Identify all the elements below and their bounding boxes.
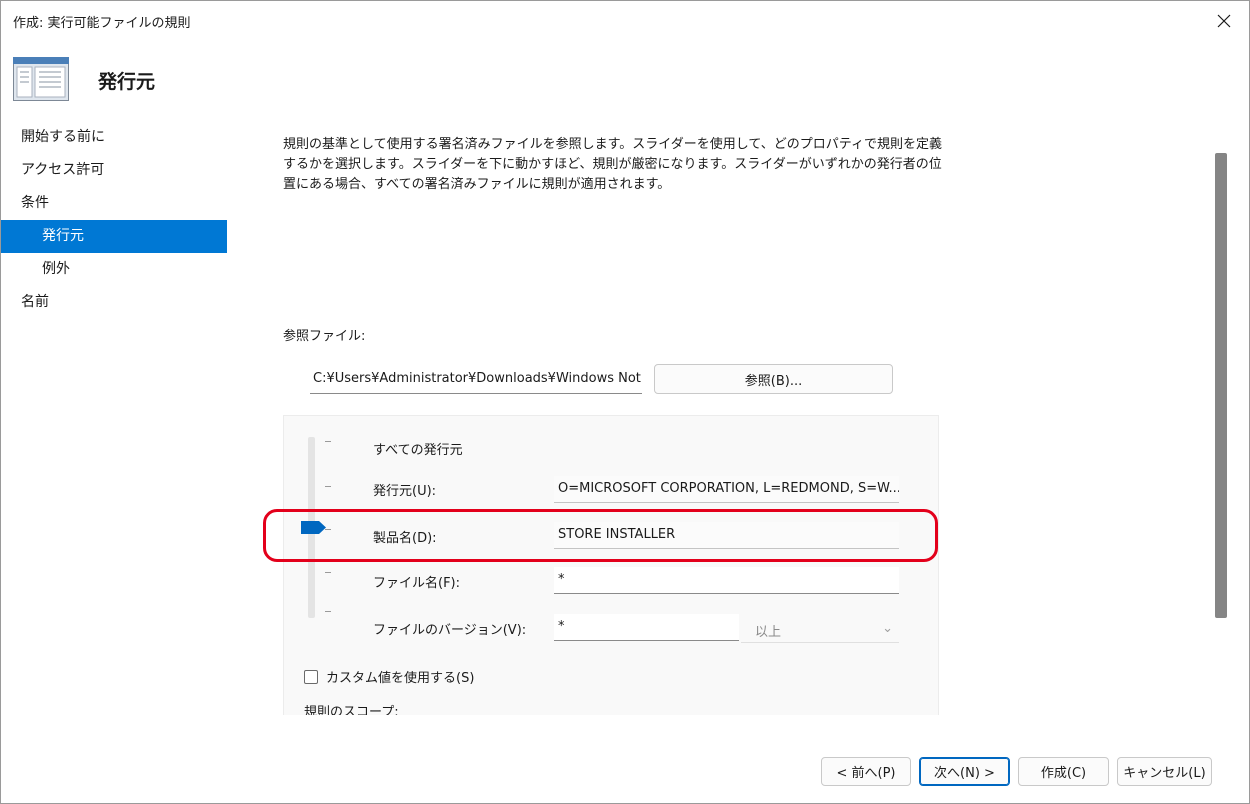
browse-button[interactable]: 参照(B)... bbox=[654, 364, 893, 394]
custom-values-checkbox[interactable] bbox=[304, 669, 318, 684]
product-name-field[interactable]: STORE INSTALLER bbox=[554, 522, 899, 549]
file-version-field[interactable]: * bbox=[554, 614, 739, 641]
next-button[interactable]: 次へ(N) > bbox=[919, 757, 1010, 786]
dialog-window: 作成: 実行可能ファイルの規則 発行元 開始する前に アクセス許可 条件 発行元… bbox=[0, 0, 1250, 804]
wizard-nav: 開始する前に アクセス許可 条件 発行元 例外 名前 bbox=[1, 121, 227, 319]
cancel-button[interactable]: キャンセル(L) bbox=[1117, 757, 1212, 786]
nav-item-permissions[interactable]: アクセス許可 bbox=[1, 154, 227, 187]
custom-values-row[interactable]: カスタム値を使用する(S) bbox=[304, 667, 474, 686]
slider-tick bbox=[325, 572, 331, 573]
back-button[interactable]: < 前へ(P) bbox=[821, 757, 911, 786]
version-operator-value: 以上 bbox=[755, 625, 782, 640]
all-publishers-label: すべての発行元 bbox=[373, 443, 463, 458]
rule-scope-label: 規則のスコープ: bbox=[304, 705, 399, 715]
description-text: 規則の基準として使用する署名済みファイルを参照します。スライダーを使用して、どの… bbox=[283, 137, 942, 192]
title-bar: 作成: 実行可能ファイルの規則 bbox=[1, 1, 1249, 41]
file-name-field[interactable]: * bbox=[554, 567, 899, 594]
window-title: 作成: 実行可能ファイルの規則 bbox=[13, 16, 191, 31]
nav-item-before-you-begin[interactable]: 開始する前に bbox=[1, 121, 227, 154]
nav-item-publisher[interactable]: 発行元 bbox=[1, 220, 227, 253]
nav-item-conditions[interactable]: 条件 bbox=[1, 187, 227, 220]
publisher-field[interactable]: O=MICROSOFT CORPORATION, L=REDMOND, S=W.… bbox=[554, 476, 899, 503]
reference-file-input[interactable]: C:¥Users¥Administrator¥Downloads¥Windows… bbox=[310, 367, 642, 394]
chevron-down-icon: ⌄ bbox=[882, 621, 893, 636]
nav-item-name[interactable]: 名前 bbox=[1, 286, 227, 319]
content-area: 規則の基準として使用する署名済みファイルを参照します。スライダーを使用して、どの… bbox=[283, 135, 943, 195]
custom-values-label: カスタム値を使用する(S) bbox=[326, 671, 475, 686]
page-title: 発行元 bbox=[98, 71, 156, 93]
version-operator-select[interactable]: 以上 ⌄ bbox=[741, 616, 899, 643]
create-button[interactable]: 作成(C) bbox=[1018, 757, 1109, 786]
file-name-label: ファイル名(F): bbox=[373, 576, 461, 591]
vertical-scrollbar[interactable] bbox=[1215, 153, 1227, 618]
rule-wizard-icon bbox=[13, 57, 69, 101]
reference-file-label: 参照ファイル: bbox=[283, 329, 366, 344]
nav-item-exceptions[interactable]: 例外 bbox=[1, 253, 227, 286]
product-name-label: 製品名(D): bbox=[373, 531, 437, 546]
slider-tick bbox=[325, 441, 331, 442]
close-icon bbox=[1217, 14, 1231, 28]
slider-thumb[interactable] bbox=[301, 521, 327, 534]
file-version-label: ファイルのバージョン(V): bbox=[373, 623, 527, 638]
slider-tick bbox=[325, 611, 331, 612]
slider-tick bbox=[325, 486, 331, 487]
close-button[interactable] bbox=[1207, 5, 1241, 37]
publisher-label: 発行元(U): bbox=[373, 484, 437, 499]
